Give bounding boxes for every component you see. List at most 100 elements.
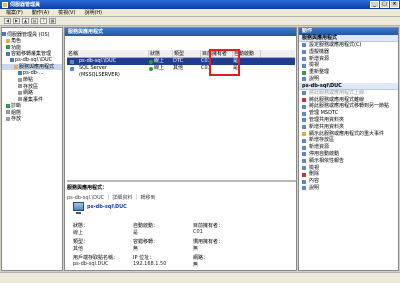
actions-section-header[interactable]: ps-db-sql\DUC bbox=[299, 82, 398, 90]
action-item[interactable]: 管理 MSDTC bbox=[299, 110, 398, 117]
center-pane-header: 服務與應用程式 bbox=[65, 28, 296, 36]
action-item[interactable]: 新增共用資料夾 bbox=[299, 124, 398, 131]
action-label: 說明 bbox=[309, 75, 320, 82]
detail-label: 狀態： bbox=[73, 223, 89, 229]
service-icon bbox=[70, 59, 74, 64]
action-icon bbox=[302, 172, 306, 177]
detail-field: 類型： 其他 bbox=[73, 238, 133, 252]
action-icon bbox=[302, 91, 306, 96]
column-status[interactable]: 狀態 bbox=[149, 50, 173, 57]
action-icon bbox=[302, 186, 306, 191]
action-icon bbox=[302, 56, 306, 61]
service-icon bbox=[70, 66, 74, 71]
details-title: 服務與應用程式： bbox=[67, 185, 108, 191]
service-name: SQL Server (MSSQLSERVER) bbox=[79, 65, 120, 78]
tree-item-label: 叢集事件 bbox=[23, 96, 44, 103]
tree-node-icon bbox=[18, 90, 22, 95]
up-icon[interactable]: ▲ bbox=[22, 18, 29, 24]
action-label: 顯示相依性報告 bbox=[309, 157, 345, 164]
column-name[interactable]: 名稱 bbox=[67, 50, 149, 57]
navigation-tree[interactable]: 伺服器管理員 (OS) 角色 功能 容錯移轉叢集管理 ps-db-sql.\DUC 服務與… bbox=[1, 27, 63, 271]
actions-section-header[interactable]: 服務與應用程式 bbox=[299, 35, 398, 42]
action-label: 新增資源 bbox=[309, 144, 330, 151]
action-label: 內容 bbox=[309, 178, 320, 185]
action-label: 管理共用資料夾 bbox=[309, 116, 345, 123]
menu-file[interactable]: 檔案(F) bbox=[6, 9, 23, 16]
action-icon bbox=[302, 111, 306, 116]
menu-view[interactable]: 檢視(V) bbox=[58, 9, 75, 16]
help-icon[interactable]: ? bbox=[40, 18, 47, 24]
actions-pane: 動作 服務與應用程式 設定服務或應用程式(C) 虛擬機器 新增資源 檢視 重新整理 說明 ps… bbox=[298, 27, 399, 271]
status-text: 線上 bbox=[154, 65, 165, 71]
tree-item-label: 服務與應用程式 bbox=[19, 64, 55, 71]
detail-field: 網路：無 bbox=[193, 254, 253, 268]
action-label: 設定服務或應用程式(C) bbox=[309, 42, 362, 48]
table-row[interactable]: ps-db-sql.\DUC 線上 DTC C01 是 bbox=[67, 58, 295, 65]
table-header: 名稱 狀態 類型 目前擁有者 自動啟動 bbox=[67, 50, 295, 58]
action-icon bbox=[302, 63, 306, 68]
menu-action[interactable]: 動作(A) bbox=[32, 9, 49, 16]
action-item[interactable]: 顯示相依性報告 bbox=[299, 158, 398, 165]
center-pane: 服務與應用程式 名稱 狀態 類型 目前擁有者 自動啟動 ps-db-sql.\D… bbox=[64, 27, 297, 271]
toolbar: ◀ ▶ ▲ ▤ ? ▦ bbox=[0, 17, 400, 26]
action-item[interactable]: 設定服務或應用程式(C) bbox=[299, 42, 398, 49]
column-type[interactable]: 類型 bbox=[173, 50, 201, 57]
detail-value: 其他 bbox=[73, 246, 84, 252]
action-label: 新增共用資料夾 bbox=[309, 123, 345, 130]
detail-label: 目前擁有者： bbox=[193, 223, 224, 229]
detail-label: 網路： bbox=[193, 255, 209, 261]
tree-node-icon bbox=[6, 116, 10, 121]
tree-node-icon bbox=[6, 38, 10, 43]
close-button[interactable]: × bbox=[390, 1, 399, 8]
cluster-service-icon bbox=[73, 202, 84, 214]
forward-icon[interactable]: ▶ bbox=[13, 18, 20, 24]
action-icon bbox=[302, 138, 306, 143]
action-item[interactable]: 虛擬機器 bbox=[299, 49, 398, 56]
action-item[interactable]: 說明 bbox=[299, 76, 398, 83]
detail-label: IP 位址： bbox=[133, 255, 155, 261]
show-hide-tree-icon[interactable]: ▤ bbox=[31, 18, 38, 24]
detail-value: 是 bbox=[133, 230, 139, 236]
detail-field: 狀態： 線上 bbox=[73, 222, 133, 236]
action-item[interactable]: 新增資源 bbox=[299, 144, 398, 151]
action-label: 將此服務或應用程式上線 bbox=[309, 89, 365, 96]
detail-value: 192.168.1.50 bbox=[133, 261, 167, 267]
action-icon bbox=[302, 43, 306, 48]
action-item[interactable]: 停用自動啟動 bbox=[299, 151, 398, 158]
tree-node-icon bbox=[18, 77, 22, 82]
action-item[interactable]: 管理共用資料夾 bbox=[299, 117, 398, 124]
online-status-icon bbox=[149, 66, 153, 71]
maximize-button[interactable]: □ bbox=[380, 1, 389, 8]
details-panel: 服務與應用程式： ps-db-sql.\DUC ｜ 詳細資料 ｜ 轉移到 ps-… bbox=[67, 184, 296, 270]
action-item[interactable]: 將此服務或應用程式上線 bbox=[299, 90, 398, 97]
action-label: 檢視 bbox=[309, 62, 320, 69]
action-icon bbox=[302, 104, 306, 109]
detail-label: 類型： bbox=[73, 239, 89, 245]
detail-field: IP 位址： 192.168.1.50 bbox=[133, 254, 193, 268]
action-item[interactable]: 內容 bbox=[299, 178, 398, 185]
tree-item[interactable]: 存放 bbox=[2, 116, 62, 122]
minimize-button[interactable]: _ bbox=[370, 1, 379, 8]
pane-splitter[interactable] bbox=[67, 180, 296, 182]
services-table: 名稱 狀態 類型 目前擁有者 自動啟動 ps-db-sql.\DUC 線上 DTC C… bbox=[67, 50, 295, 78]
cell-status: 線上 bbox=[149, 58, 173, 65]
properties-icon[interactable]: ▦ bbox=[49, 18, 56, 24]
service-name: ps-db-sql.\DUC bbox=[79, 58, 117, 64]
status-text: 線上 bbox=[154, 58, 165, 64]
action-item[interactable]: 重新整理 bbox=[299, 69, 398, 76]
table-row[interactable]: SQL Server (MSSQLSERVER) 線上 其他 C01 是 bbox=[67, 65, 295, 78]
back-icon[interactable]: ◀ bbox=[4, 18, 11, 24]
cell-name: SQL Server (MSSQLSERVER) bbox=[67, 65, 149, 78]
action-icon bbox=[302, 179, 306, 184]
actions-header: 動作 bbox=[299, 28, 398, 35]
action-item[interactable]: 說明 bbox=[299, 185, 398, 192]
action-icon bbox=[302, 70, 306, 75]
details-toolbar[interactable]: ps-db-sql.\DUC ｜ 詳細資料 ｜ 轉移到 bbox=[67, 194, 296, 201]
title-bar: 伺服器管理員 _ □ × bbox=[0, 0, 400, 9]
action-label: 說明 bbox=[309, 184, 320, 191]
action-icon bbox=[302, 118, 306, 123]
menu-help[interactable]: 說明(H) bbox=[84, 9, 102, 16]
window-controls: _ □ × bbox=[370, 1, 399, 8]
action-label: 重新整理 bbox=[309, 69, 330, 76]
tree-node-icon bbox=[18, 84, 22, 89]
